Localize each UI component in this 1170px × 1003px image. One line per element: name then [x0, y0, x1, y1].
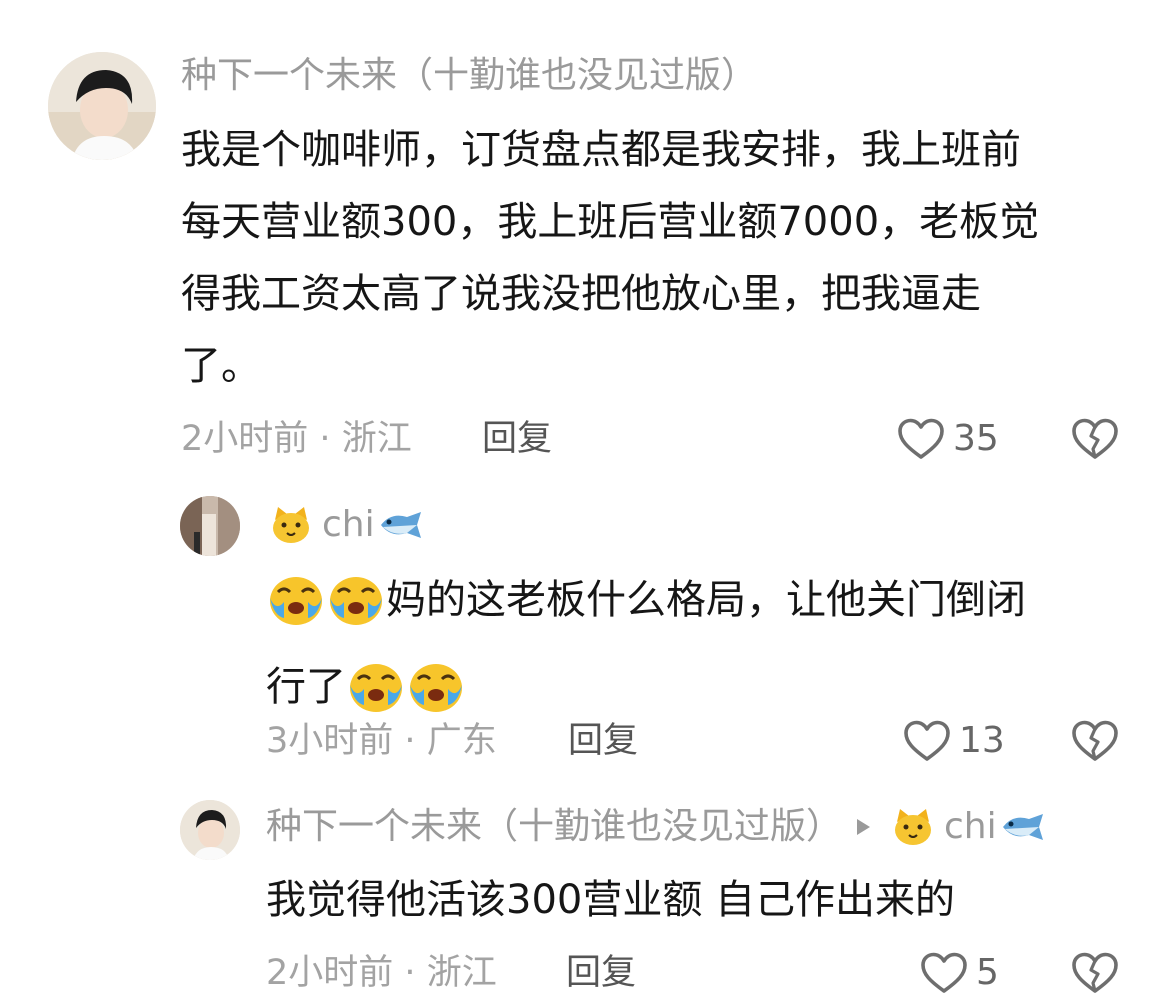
comment-text-line: 了。 — [181, 343, 261, 389]
comment-location: 广东 — [426, 721, 497, 761]
like-count: 13 — [959, 720, 1005, 761]
fish-emoji-icon — [1002, 814, 1043, 840]
comment-text-span: 妈的这老板什么格局，让他关门倒闭 — [386, 577, 1026, 623]
broken-heart-icon — [1072, 720, 1118, 761]
reply-arrow-icon — [857, 819, 871, 835]
cat-emoji-icon — [273, 507, 309, 543]
comment-location: 浙江 — [426, 953, 497, 993]
crying-emoji-icon — [410, 664, 462, 712]
reply-button[interactable]: 回复 — [482, 422, 552, 457]
comment-2: chi 妈的这老板什么格局，让他关门倒闭 行了 3小时前 · 广东 回复 13 — [0, 480, 1170, 780]
comment-meta: 3小时前 · 广东 — [266, 724, 497, 759]
avatar-image — [48, 52, 156, 160]
comment-text: 我觉得他活该300营业额 自己作出来的 — [266, 877, 956, 923]
reply-to-username[interactable]: chi — [944, 809, 997, 845]
dislike-button[interactable] — [1071, 720, 1119, 766]
like-count: 5 — [976, 952, 999, 993]
like-button[interactable]: 13 — [903, 720, 1005, 762]
comment-text-line: 妈的这老板什么格局，让他关门倒闭 — [266, 564, 1026, 636]
crying-emoji-icon — [270, 577, 322, 625]
crying-emoji-icon — [350, 664, 402, 712]
reply-button[interactable]: 回复 — [568, 724, 638, 759]
separator: · — [404, 721, 416, 761]
comment-text: 妈的这老板什么格局，让他关门倒闭 行了 — [266, 564, 1026, 723]
comment-text-line: 每天营业额300，我上班后营业额7000，老板觉 — [181, 199, 1040, 245]
comment-text-line: 得我工资太高了说我没把他放心里，把我逼走 — [181, 271, 981, 317]
comment-3: 种下一个未来（十勤谁也没见过版） chi 我觉得他活该300营业额 自己作出来的… — [0, 780, 1170, 1003]
comment-meta: 2小时前 · 浙江 — [181, 422, 412, 457]
broken-heart-icon — [1072, 952, 1118, 993]
username[interactable]: 种下一个未来（十勤谁也没见过版） — [266, 809, 842, 845]
broken-heart-icon — [1072, 418, 1118, 459]
comment-meta: 2小时前 · 浙江 — [266, 956, 497, 991]
avatar[interactable] — [180, 800, 240, 860]
like-button[interactable]: 35 — [897, 418, 999, 460]
comment-location: 浙江 — [341, 419, 412, 459]
fish-emoji-icon — [380, 512, 421, 538]
comment-time: 2小时前 — [181, 419, 309, 459]
avatar-image — [180, 496, 240, 556]
separator: · — [404, 953, 416, 993]
heart-icon — [904, 720, 950, 761]
comment-text: 我是个咖啡师，订货盘点都是我安排，我上班前 每天营业额300，我上班后营业额70… — [181, 114, 1039, 402]
avatar[interactable] — [48, 52, 156, 160]
like-button[interactable]: 5 — [920, 952, 999, 994]
reply-button[interactable]: 回复 — [566, 956, 636, 991]
heart-icon — [921, 952, 967, 993]
dislike-button[interactable] — [1071, 952, 1119, 998]
cat-emoji-icon — [895, 809, 932, 845]
comment-1: 种下一个未来（十勤谁也没见过版） 我是个咖啡师，订货盘点都是我安排，我上班前 每… — [0, 0, 1170, 480]
comment-time: 2小时前 — [266, 953, 394, 993]
comment-text-line: 行了 — [266, 651, 1026, 723]
username[interactable]: chi — [322, 507, 375, 543]
dislike-button[interactable] — [1071, 418, 1119, 464]
comment-time: 3小时前 — [266, 721, 394, 761]
username[interactable]: 种下一个未来（十勤谁也没见过版） — [181, 58, 757, 94]
username-row: chi — [270, 504, 423, 546]
crying-emoji-icon — [330, 577, 382, 625]
comment-text-span: 行了 — [266, 664, 346, 710]
comment-text-line: 我是个咖啡师，订货盘点都是我安排，我上班前 — [181, 127, 1021, 173]
username-row: 种下一个未来（十勤谁也没见过版） chi — [266, 806, 1045, 848]
heart-icon — [898, 418, 944, 459]
separator: · — [319, 419, 331, 459]
like-count: 35 — [953, 418, 999, 459]
avatar-image — [180, 800, 240, 860]
avatar[interactable] — [180, 496, 240, 556]
